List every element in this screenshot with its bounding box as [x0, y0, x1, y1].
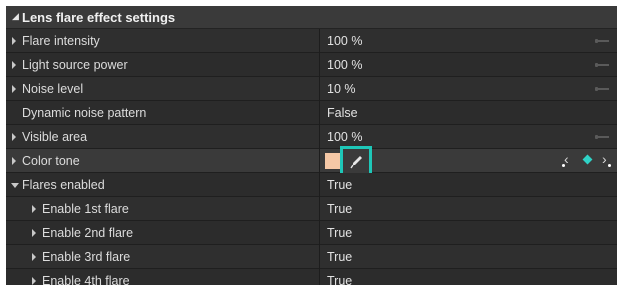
property-row-enable-1st-flare[interactable]: Enable 1st flare True — [6, 197, 617, 221]
expand-triangle-icon[interactable] — [12, 61, 16, 69]
reset-slider-icon[interactable] — [595, 63, 609, 67]
property-label: Enable 2nd flare — [42, 226, 134, 240]
collapse-triangle-icon[interactable]: ◢ — [12, 12, 19, 21]
column-divider — [319, 245, 320, 269]
reset-slider-icon[interactable] — [595, 39, 609, 43]
chevron-left-icon[interactable]: ‹ — [564, 152, 569, 166]
property-value[interactable]: 100 % — [327, 58, 362, 72]
property-value[interactable]: True — [327, 202, 352, 216]
property-value[interactable]: 100 % — [327, 130, 362, 144]
property-label: Enable 3rd flare — [42, 250, 131, 264]
property-value[interactable]: True — [327, 178, 352, 192]
diamond-keyframe-icon[interactable] — [582, 154, 593, 165]
property-value[interactable]: 10 % — [327, 82, 356, 96]
property-label: Light source power — [22, 58, 128, 72]
column-divider — [319, 173, 320, 197]
expand-triangle-icon[interactable] — [32, 277, 36, 285]
column-divider — [319, 125, 320, 149]
reset-slider-icon[interactable] — [595, 135, 609, 139]
property-row-noise-level[interactable]: Noise level 10 % — [6, 77, 617, 101]
property-row-light-source-power[interactable]: Light source power 100 % — [6, 53, 617, 77]
column-divider — [319, 101, 320, 125]
property-row-visible-area[interactable]: Visible area 100 % — [6, 125, 617, 149]
expand-triangle-icon[interactable] — [12, 37, 16, 45]
expand-triangle-icon[interactable] — [12, 157, 16, 165]
reset-slider-icon[interactable] — [595, 87, 609, 91]
column-divider — [319, 77, 320, 101]
column-divider — [319, 149, 320, 173]
property-label: Enable 4th flare — [42, 274, 130, 285]
collapse-triangle-icon[interactable] — [11, 183, 19, 188]
column-divider — [319, 221, 320, 245]
property-row-enable-2nd-flare[interactable]: Enable 2nd flare True — [6, 221, 617, 245]
property-label: Flare intensity — [22, 34, 100, 48]
property-value[interactable]: False — [327, 106, 358, 120]
expand-triangle-icon[interactable] — [32, 253, 36, 261]
property-value[interactable]: True — [327, 250, 352, 264]
expand-triangle-icon[interactable] — [12, 133, 16, 141]
chevron-right-icon[interactable]: › — [602, 152, 607, 166]
column-divider — [319, 53, 320, 77]
expand-triangle-icon[interactable] — [12, 85, 16, 93]
property-value[interactable]: 100 % — [327, 34, 362, 48]
property-row-color-tone[interactable]: Color tone ‹ › — [6, 146, 617, 177]
column-divider — [319, 197, 320, 221]
property-label: Noise level — [22, 82, 84, 96]
property-value[interactable]: True — [327, 274, 352, 285]
property-label: Visible area — [22, 130, 88, 144]
section-header[interactable]: ◢ Lens flare effect settings — [6, 6, 617, 29]
keyframe-dot-icon — [608, 164, 611, 167]
property-row-dynamic-noise-pattern[interactable]: Dynamic noise pattern False — [6, 101, 617, 125]
property-row-enable-3rd-flare[interactable]: Enable 3rd flare True — [6, 245, 617, 269]
property-label: Color tone — [22, 154, 80, 168]
keyframe-navigator: ‹ › — [562, 152, 612, 170]
expand-triangle-icon[interactable] — [32, 229, 36, 237]
lens-flare-settings-panel: ◢ Lens flare effect settings Flare inten… — [6, 6, 617, 285]
eyedropper-icon — [350, 156, 362, 169]
property-value[interactable]: True — [327, 226, 352, 240]
property-label: Flares enabled — [22, 178, 105, 192]
expand-triangle-icon[interactable] — [32, 205, 36, 213]
property-row-flare-intensity[interactable]: Flare intensity 100 % — [6, 29, 617, 53]
property-label: Dynamic noise pattern — [22, 106, 147, 120]
property-row-enable-4th-flare[interactable]: Enable 4th flare True — [6, 269, 617, 285]
column-divider — [319, 29, 320, 53]
property-label: Enable 1st flare — [42, 202, 129, 216]
section-title: Lens flare effect settings — [22, 10, 176, 25]
property-row-flares-enabled[interactable]: Flares enabled True — [6, 173, 617, 197]
column-divider — [319, 269, 320, 285]
